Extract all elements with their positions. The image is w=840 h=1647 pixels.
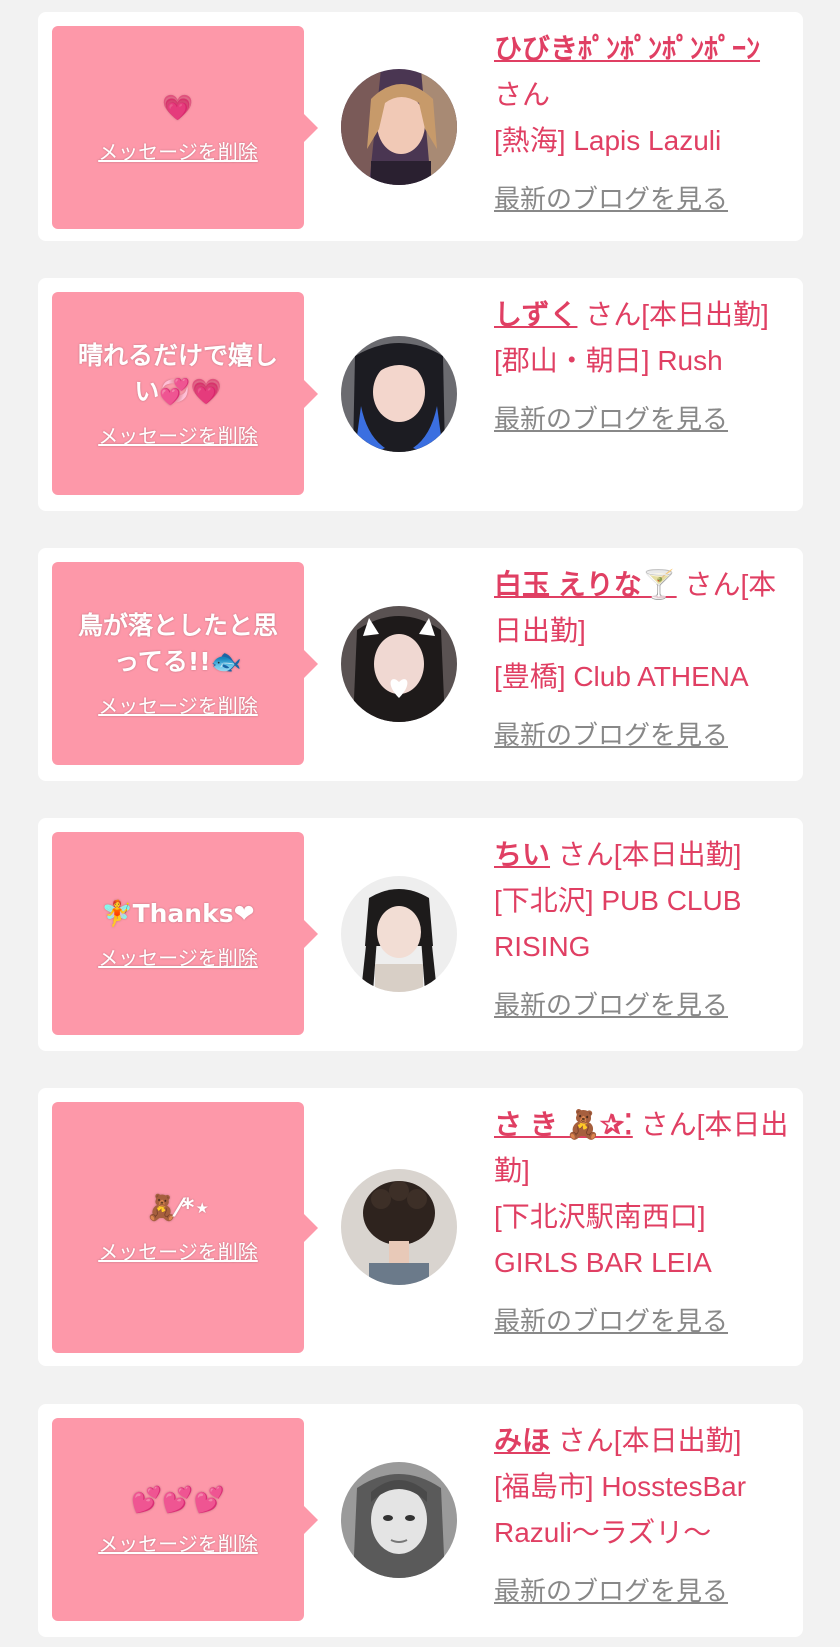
latest-blog-link[interactable]: 最新のブログを見る: [494, 1298, 794, 1344]
honorific: さん: [494, 79, 551, 110]
cast-name-link[interactable]: ちい: [494, 839, 550, 870]
cast-info: ひびきﾎﾟﾝﾎﾟﾝﾎﾟﾝﾎﾟｰﾝ さん [熱海] Lapis Lazuli 最新…: [494, 26, 794, 222]
cast-name-link[interactable]: 白玉 えりな🍸: [494, 569, 677, 600]
latest-blog-link[interactable]: 最新のブログを見る: [494, 396, 794, 442]
message-text: 🧚Thanks❤: [101, 899, 255, 928]
message-card: 💗 メッセージを削除 ひびきﾎﾟﾝﾎﾟﾝﾎﾟﾝﾎﾟｰﾝ さん [熱海] Lapi…: [38, 12, 803, 241]
message-bubble: 💗 メッセージを削除: [52, 26, 318, 229]
delete-message-link[interactable]: メッセージを削除: [98, 1236, 258, 1265]
message-bubble: 晴れるだけで嬉しい💞💗 メッセージを削除: [52, 292, 318, 495]
avatar[interactable]: [341, 606, 457, 722]
message-text: 🧸⁄*⋆: [145, 1193, 211, 1222]
message-card: 🧸⁄*⋆ メッセージを削除 さ き 🧸✰⁚ さん[本日出勤] [下北沢駅南西口]…: [38, 1088, 803, 1366]
message-card: 🧚Thanks❤ メッセージを削除 ちい さん[本日出勤] [下北沢] PUB …: [38, 818, 803, 1051]
cast-info: ちい さん[本日出勤] [下北沢] PUB CLUB RISING 最新のブログ…: [494, 832, 794, 1028]
message-bubble: 💕💕💕 メッセージを削除: [52, 1418, 318, 1621]
avatar-photo: [341, 876, 457, 992]
avatar[interactable]: [341, 876, 457, 992]
delete-message-link[interactable]: メッセージを削除: [98, 690, 258, 719]
message-text: 鳥が落としたと思ってる!!🐟: [77, 611, 278, 676]
message-bubble: 🧚Thanks❤ メッセージを削除: [52, 832, 318, 1035]
message-card: 鳥が落としたと思ってる!!🐟 メッセージを削除 白玉 えりな🍸 さん[本日出勤]…: [38, 548, 803, 781]
cast-name-link[interactable]: さ き 🧸✰⁚: [494, 1109, 633, 1140]
shop-name: [熱海] Lapis Lazuli: [494, 125, 722, 156]
shop-name: [下北沢駅南西口] GIRLS BAR LEIA: [494, 1201, 712, 1278]
message-text: 💗: [162, 93, 194, 122]
cast-info: 白玉 えりな🍸 さん[本日出勤] [豊橋] Club ATHENA 最新のブログ…: [494, 562, 794, 758]
latest-blog-link[interactable]: 最新のブログを見る: [494, 1568, 794, 1614]
message-text: 💕💕💕: [131, 1485, 225, 1514]
avatar-photo: [341, 606, 457, 722]
cast-info: さ き 🧸✰⁚ さん[本日出勤] [下北沢駅南西口] GIRLS BAR LEI…: [494, 1102, 794, 1344]
latest-blog-link[interactable]: 最新のブログを見る: [494, 982, 794, 1028]
honorific: さん[本日出勤]: [585, 299, 769, 330]
avatar[interactable]: [341, 1169, 457, 1285]
cast-info: しずく さん[本日出勤] [郡山・朝日] Rush 最新のブログを見る: [494, 292, 794, 442]
avatar[interactable]: [341, 1462, 457, 1578]
delete-message-link[interactable]: メッセージを削除: [98, 420, 258, 449]
avatar[interactable]: [341, 336, 457, 452]
cast-info: みほ さん[本日出勤] [福島市] HosstesBar Razuli〜ラズリ〜…: [494, 1418, 794, 1614]
message-card: 晴れるだけで嬉しい💞💗 メッセージを削除 しずく さん[本日出勤] [郡山・朝日…: [38, 278, 803, 511]
cast-name-link[interactable]: ひびきﾎﾟﾝﾎﾟﾝﾎﾟﾝﾎﾟｰﾝ: [494, 33, 760, 64]
cast-name-link[interactable]: みほ: [494, 1425, 550, 1456]
avatar-photo: [341, 1169, 457, 1285]
shop-name: [豊橋] Club ATHENA: [494, 661, 749, 692]
cast-name-link[interactable]: しずく: [494, 299, 577, 330]
honorific: さん[本日出勤]: [557, 839, 742, 870]
honorific: さん[本日出勤]: [557, 1425, 742, 1456]
latest-blog-link[interactable]: 最新のブログを見る: [494, 176, 794, 222]
shop-name: [福島市] HosstesBar Razuli〜ラズリ〜: [494, 1471, 747, 1548]
latest-blog-link[interactable]: 最新のブログを見る: [494, 712, 794, 758]
message-bubble: 鳥が落としたと思ってる!!🐟 メッセージを削除: [52, 562, 318, 765]
avatar[interactable]: [341, 69, 457, 185]
shop-name: [郡山・朝日] Rush: [494, 345, 723, 376]
delete-message-link[interactable]: メッセージを削除: [98, 136, 258, 165]
message-bubble: 🧸⁄*⋆ メッセージを削除: [52, 1102, 318, 1353]
message-card: 💕💕💕 メッセージを削除 みほ さん[本日出勤] [福島市] HosstesBa…: [38, 1404, 803, 1637]
avatar-photo: [341, 69, 457, 185]
delete-message-link[interactable]: メッセージを削除: [98, 942, 258, 971]
message-text: 晴れるだけで嬉しい💞💗: [77, 341, 278, 406]
delete-message-link[interactable]: メッセージを削除: [98, 1528, 258, 1557]
avatar-photo: [341, 1462, 457, 1578]
shop-name: [下北沢] PUB CLUB RISING: [494, 885, 742, 962]
avatar-photo: [341, 336, 457, 452]
